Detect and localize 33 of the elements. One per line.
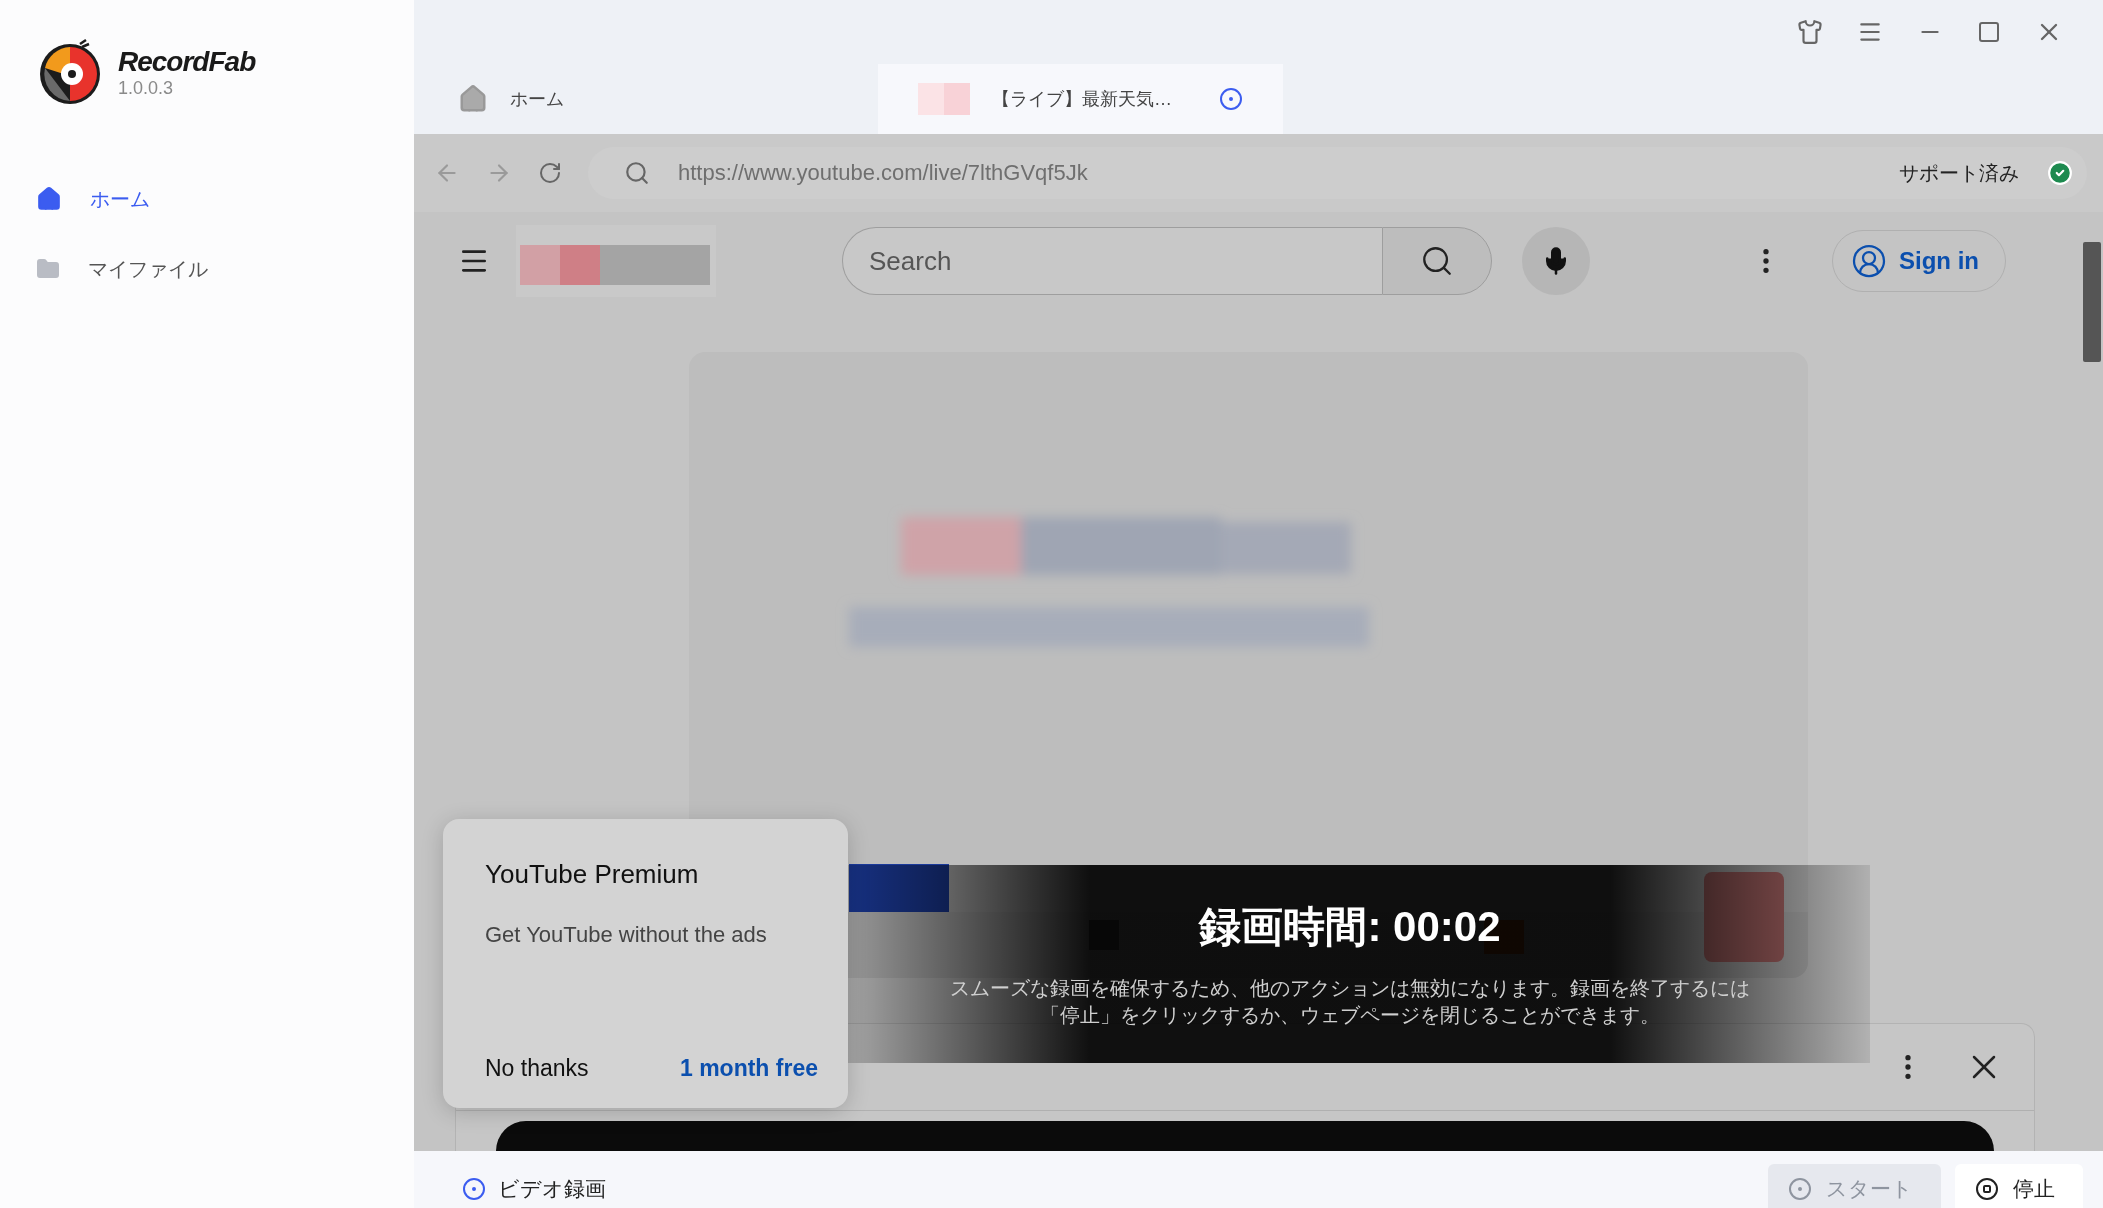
support-status: サポート済み <box>1899 160 2019 186</box>
skin-icon[interactable] <box>1797 19 1823 45</box>
folder-icon <box>36 257 60 281</box>
record-icon <box>1788 1176 1812 1201</box>
app-version: 1.0.0.3 <box>118 77 175 99</box>
maximize-icon[interactable] <box>1977 20 2001 44</box>
home-icon <box>458 84 488 114</box>
recording-timer: 録画時間: 00:02 <box>1199 902 1501 952</box>
stop-icon <box>1975 1176 1999 1201</box>
popup-title: YouTube Premium <box>485 859 700 890</box>
search-icon <box>1420 244 1454 278</box>
browser-tab[interactable]: 【ライブ】最新天気… <box>878 64 1283 134</box>
app-name: RecordFab <box>118 45 256 78</box>
popup-text: Get YouTube without the ads <box>485 922 768 948</box>
search-icon <box>624 160 650 186</box>
mode-option[interactable]: ビデオ録画 <box>462 1174 606 1203</box>
recording-message: スムーズな録画を確保するため、他のアクションは無効になります。録画を終了するには「停止」をクリックするか、ウェブページを閉じることができます。 <box>949 976 1751 1028</box>
check-icon <box>2047 160 2073 186</box>
home-icon <box>36 186 62 212</box>
search-button[interactable] <box>1382 227 1492 295</box>
recording-icon <box>1219 87 1243 111</box>
address-field[interactable]: https://www.youtube.com/live/7lthGVqf5Jk サポート済み <box>588 147 2087 199</box>
sidebar-item[interactable]: マイファイル <box>36 234 216 304</box>
reload-icon[interactable] <box>538 161 562 185</box>
stop-button[interactable]: 停止 <box>1955 1163 2083 1208</box>
radio-icon <box>462 1176 486 1201</box>
browser-tab[interactable]: ホーム <box>444 64 878 134</box>
sidebar-item[interactable]: ホーム <box>36 164 158 234</box>
search-field[interactable]: Search <box>842 227 1382 295</box>
user-icon <box>1851 243 1887 279</box>
dismiss-button[interactable]: No thanks <box>485 1055 589 1082</box>
trial-link[interactable]: 1 month free <box>679 1055 818 1082</box>
page-thumbnail-icon <box>918 83 970 115</box>
